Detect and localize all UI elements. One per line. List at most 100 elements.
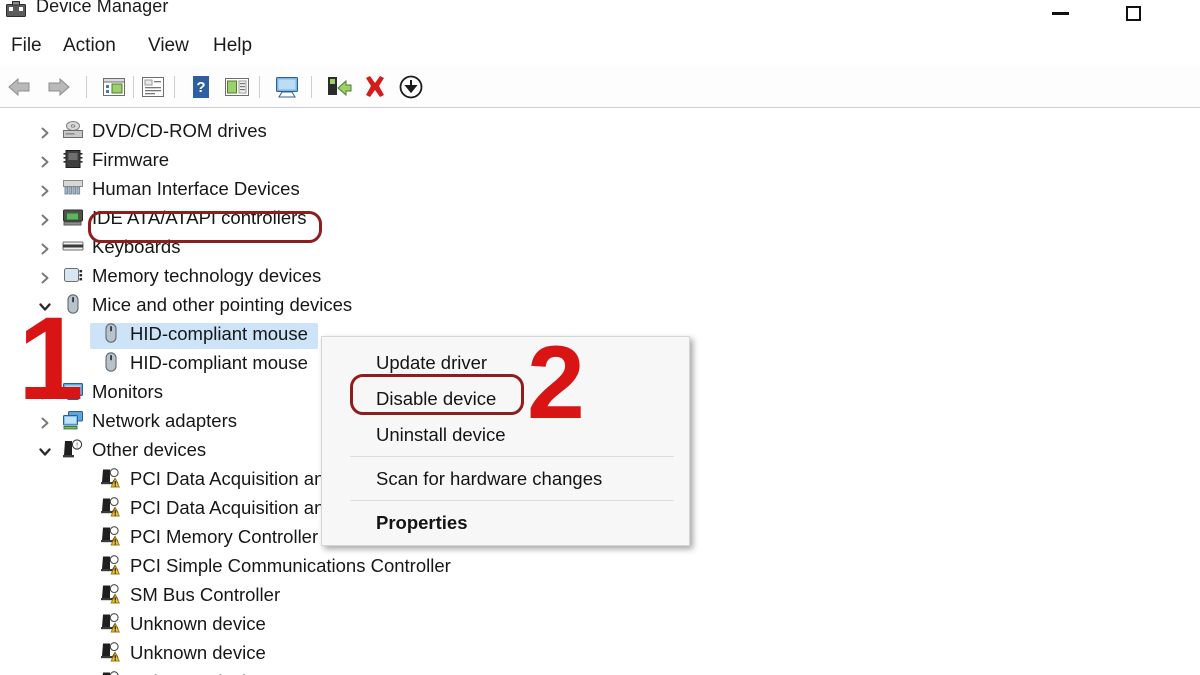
view-details-icon <box>225 78 249 96</box>
chevron-right-icon <box>41 214 49 226</box>
tree-row[interactable]: Unknown device <box>0 609 1200 638</box>
unknown-device-warning-icon <box>101 497 120 517</box>
disable-device-icon <box>399 75 423 99</box>
tree-row-icon <box>100 613 122 633</box>
tree-row[interactable]: Unknown device <box>0 638 1200 667</box>
context-menu-item-uninstall-device[interactable]: Uninstall device <box>322 417 689 453</box>
context-menu-item-update-driver[interactable]: Update driver <box>322 345 689 381</box>
tree-row[interactable]: Firmware <box>0 145 1200 174</box>
tree-expander[interactable] <box>38 210 52 226</box>
tree-expander[interactable] <box>38 181 52 197</box>
mouse-icon <box>105 323 117 343</box>
help-icon: ? <box>193 76 209 98</box>
window-title: Device Manager <box>36 0 169 16</box>
chevron-right-icon <box>41 185 49 197</box>
tree-expander[interactable] <box>38 152 52 168</box>
chevron-right-icon <box>41 156 49 168</box>
tree-row[interactable]: Mice and other pointing devices <box>0 290 1200 319</box>
unknown-device-warning-icon <box>101 468 120 488</box>
tree-row[interactable]: DVD/CD-ROM drives <box>0 116 1200 145</box>
unknown-device-warning-icon <box>102 671 119 675</box>
tree-row-label: Mice and other pointing devices <box>92 293 353 315</box>
menu-bar: File Action View Help <box>0 30 1200 64</box>
tree-row[interactable]: Keyboards <box>0 232 1200 261</box>
tree-row-label: Unknown device <box>130 671 266 675</box>
tree-expander[interactable] <box>38 123 52 139</box>
maximize-button[interactable] <box>1110 0 1156 26</box>
svg-text:!: ! <box>76 441 78 449</box>
tree-row[interactable]: Human Interface Devices <box>0 174 1200 203</box>
context-menu-item-disable-device[interactable]: Disable device <box>322 381 689 417</box>
minimize-button[interactable] <box>1037 0 1083 26</box>
chevron-right-icon <box>41 127 49 139</box>
chevron-right-icon <box>41 272 49 284</box>
title-bar: Device Manager <box>0 0 1200 26</box>
forward-button[interactable] <box>44 72 74 102</box>
tree-row[interactable]: PCI Simple Communications Controller <box>0 551 1200 580</box>
show-hide-console-tree-icon <box>103 78 125 96</box>
context-menu-item-scan-hardware-changes[interactable]: Scan for hardware changes <box>322 461 689 497</box>
properties-icon <box>142 77 164 97</box>
scan-hardware-changes-button[interactable] <box>272 72 302 102</box>
view-details-button[interactable] <box>222 72 252 102</box>
tree-expander[interactable] <box>38 268 52 284</box>
memory-device-icon <box>64 268 83 282</box>
context-menu[interactable]: Update driver Disable device Uninstall d… <box>321 336 690 546</box>
device-manager-icon <box>6 1 26 17</box>
update-driver-button[interactable] <box>324 72 354 102</box>
tree-row-label: Network adapters <box>92 409 237 431</box>
menu-item-action[interactable]: Action <box>63 35 116 57</box>
tree-row-icon <box>100 468 122 488</box>
uninstall-device-icon <box>366 76 384 97</box>
tree-row-icon <box>100 555 122 575</box>
chevron-down-icon <box>39 448 51 456</box>
help-button[interactable]: ? <box>186 72 216 102</box>
tree-row-icon <box>100 323 122 343</box>
disable-device-button[interactable] <box>396 72 426 102</box>
unknown-device-warning-icon <box>101 555 120 575</box>
tree-row-label: Unknown device <box>130 612 266 634</box>
tree-expander[interactable] <box>38 239 52 255</box>
toolbar-separator <box>174 76 175 98</box>
back-button[interactable] <box>4 72 34 102</box>
tree-row[interactable]: IDE ATA/ATAPI controllers <box>0 203 1200 232</box>
toolbar-separator <box>86 76 87 98</box>
tree-expander[interactable] <box>38 442 52 456</box>
svg-text:?: ? <box>196 79 205 96</box>
menu-item-help[interactable]: Help <box>213 35 252 57</box>
tree-row-label: PCI Memory Controller <box>130 525 319 547</box>
mouse-icon <box>105 352 117 372</box>
tree-row[interactable]: Memory technology devices <box>0 261 1200 290</box>
unknown-device-warning-icon <box>101 584 120 604</box>
tree-row-label: Other devices <box>92 438 207 460</box>
menu-item-view[interactable]: View <box>148 35 189 57</box>
tree-row-label: Keyboards <box>92 235 181 257</box>
context-menu-item-properties[interactable]: Properties <box>322 505 689 541</box>
tree-row-icon <box>100 497 122 517</box>
tree-row-icon <box>62 265 84 285</box>
dvd-drive-icon <box>63 121 83 138</box>
tree-row-label: HID-compliant mouse <box>130 351 308 373</box>
tree-row-label: Monitors <box>92 380 163 402</box>
tree-row-icon <box>100 526 122 546</box>
tree-row-label: PCI Simple Communications Controller <box>130 554 451 576</box>
uninstall-device-button[interactable] <box>360 72 390 102</box>
show-hide-console-tree-button[interactable] <box>99 72 129 102</box>
scan-hardware-changes-icon <box>276 77 298 98</box>
ide-controller-icon <box>63 209 83 226</box>
tree-row-icon <box>62 236 84 256</box>
properties-button[interactable] <box>138 72 168 102</box>
tree-row-label: HID-compliant mouse <box>130 322 308 344</box>
tree-row-icon <box>100 642 122 662</box>
tree-row[interactable]: SM Bus Controller <box>0 580 1200 609</box>
annotation-step-2: 2 <box>527 325 585 441</box>
unknown-device-warning-icon <box>101 642 120 662</box>
minimize-icon <box>1051 11 1069 15</box>
tree-row-label: DVD/CD-ROM drives <box>92 119 267 141</box>
unknown-device-warning-icon <box>101 613 120 633</box>
tree-row[interactable]: Unknown device <box>0 667 1200 675</box>
tree-row-label: Unknown device <box>130 641 266 663</box>
tree-row-icon <box>62 120 84 140</box>
update-driver-icon <box>328 77 352 97</box>
menu-item-file[interactable]: File <box>11 35 42 57</box>
